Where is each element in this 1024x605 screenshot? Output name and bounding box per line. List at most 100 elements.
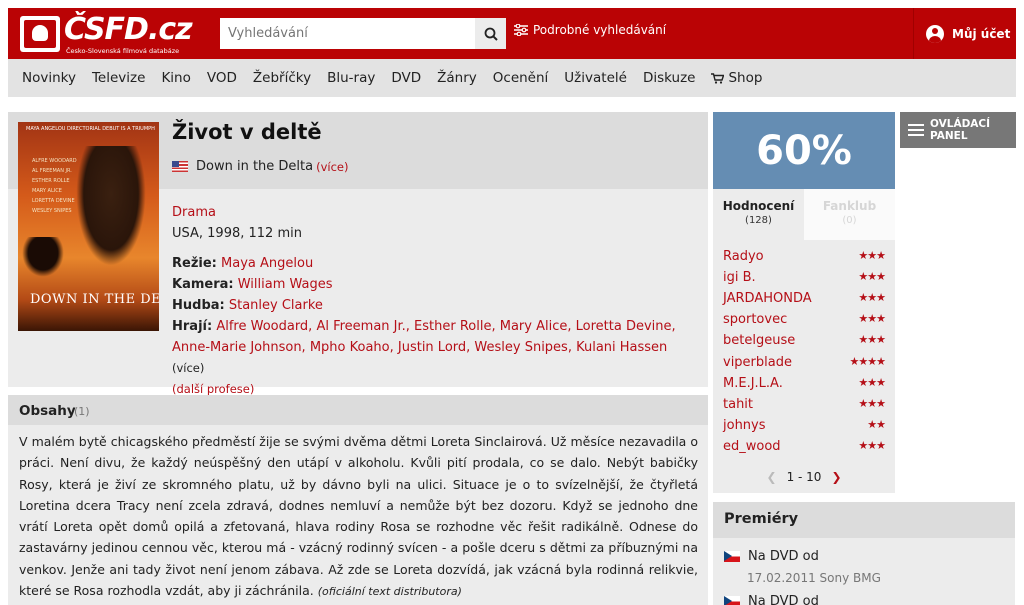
star-rating: ★★★ [858, 270, 886, 283]
user-link[interactable]: sportovec [723, 312, 787, 327]
user-link[interactable]: tahit [723, 397, 753, 412]
summary-text: V malém bytě chicagského předměstí žije … [19, 431, 698, 602]
main-nav: Novinky Televize Kino VOD Žebříčky Blu-r… [8, 59, 1016, 97]
nav-item-shop-label: Shop [728, 70, 763, 86]
nav-item-bluray[interactable]: Blu-ray [327, 70, 375, 86]
poster-cast-name: WESLEY SNIPES [32, 208, 72, 214]
original-title-more-link[interactable]: (více) [316, 160, 348, 174]
prev-page-chevron-icon[interactable]: ❮ [767, 470, 777, 484]
poster-cast: ALFRE WOODARD AL FREEMAN JR. ESTHER ROLL… [32, 156, 77, 216]
user-link[interactable]: Radyo [723, 249, 764, 264]
nav-item-dvd[interactable]: DVD [391, 70, 421, 86]
list-item: betelgeuse ★★★ [723, 333, 886, 354]
tab-ratings-label: Hodnocení [722, 199, 795, 213]
premieres-header: Premiéry [713, 502, 1015, 538]
list-item: johnys ★★ [723, 418, 886, 439]
poster-cast-name: ESTHER ROLLE [32, 178, 70, 184]
logo-subtitle: Česko-Slovenská filmová databáze [66, 47, 180, 55]
nav-item-uzivatele[interactable]: Uživatelé [564, 70, 627, 86]
premiere-row: Na DVD od [724, 549, 819, 564]
user-ratings-list: Radyo ★★★ igi B. ★★★ JARDAHONDA ★★★ sportov… [713, 240, 895, 493]
control-panel-line1: OVLÁDACÍ [930, 118, 991, 130]
rating-percent: 60% [713, 112, 895, 189]
summary-body: V malém bytě chicagského předměstí žije … [19, 434, 698, 599]
user-link[interactable]: ed_wood [723, 439, 781, 454]
film-poster[interactable]: MAYA ANGELOU DIRECTORIAL DEBUT IS A TRIU… [18, 122, 159, 331]
user-link[interactable]: johnys [723, 418, 766, 433]
poster-cast-name: LORETTA DEVINE [32, 198, 75, 204]
pager-range: 1 - 10 [786, 470, 822, 484]
search-input[interactable] [220, 18, 468, 49]
film-genre[interactable]: Drama [172, 202, 702, 223]
film-origin: USA, 1998, 112 min [172, 226, 302, 241]
advanced-search-link[interactable]: Podrobné vyhledávání [514, 23, 666, 37]
nav-item-televize[interactable]: Televize [92, 70, 145, 86]
music-link[interactable]: Stanley Clarke [229, 298, 323, 313]
director-label: Režie: [172, 256, 217, 271]
account-divider [913, 8, 914, 59]
rating-tabs: Hodnocení (128) Fanklub (0) [713, 189, 895, 240]
star-rating: ★★★ [858, 333, 886, 346]
sliders-icon [514, 24, 528, 36]
nav-item-novinky[interactable]: Novinky [22, 70, 76, 86]
summary-source: (oficiální text distributora) [317, 585, 462, 599]
czech-flag-icon [724, 551, 740, 562]
logo[interactable]: ČSFD.cz Česko-Slovenská filmová databáze [20, 12, 193, 55]
list-item: Radyo ★★★ [723, 249, 886, 270]
usa-flag-icon [172, 161, 188, 172]
nav-item-vod[interactable]: VOD [207, 70, 237, 86]
control-panel-button[interactable]: OVLÁDACÍ PANEL [900, 112, 1016, 148]
account-link[interactable]: Můj účet [926, 25, 1010, 43]
original-title: Down in the Delta (více) [172, 159, 348, 174]
tab-fanclub[interactable]: Fanklub (0) [804, 189, 895, 240]
original-title-text: Down in the Delta [196, 159, 314, 174]
search-box [220, 18, 506, 49]
list-item: M.E.J.L.A. ★★★ [723, 376, 886, 397]
search-button[interactable] [475, 18, 506, 49]
summary-count: (1) [74, 405, 90, 418]
poster-cast-name: ALFRE WOODARD [32, 158, 77, 164]
camera-link[interactable]: William Wages [238, 277, 333, 292]
tab-fanclub-label: Fanklub [822, 199, 877, 213]
user-link[interactable]: igi B. [723, 270, 756, 285]
star-rating: ★★★ [858, 376, 886, 389]
star-rating: ★★ [867, 418, 886, 431]
logo-mark-icon [20, 16, 60, 52]
music-label: Hudba: [172, 298, 225, 313]
cart-icon [711, 72, 725, 84]
premieres-title: Premiéry [724, 511, 799, 527]
user-link[interactable]: betelgeuse [723, 333, 795, 348]
next-page-chevron-icon[interactable]: ❯ [831, 470, 841, 484]
user-link[interactable]: M.E.J.L.A. [723, 376, 783, 391]
poster-title: DOWN IN THE DELTA [30, 292, 159, 307]
film-title: Život v deltě [172, 120, 322, 144]
star-rating: ★★★ [858, 249, 886, 262]
tab-ratings[interactable]: Hodnocení (128) [713, 189, 804, 240]
director-link[interactable]: Maya Angelou [221, 256, 313, 271]
summary-header: Obsahy (1) [8, 395, 708, 425]
nav-item-shop[interactable]: Shop [711, 70, 762, 86]
cast-label: Hrají: [172, 319, 213, 334]
nav-item-zebricky[interactable]: Žebříčky [253, 70, 311, 86]
nav-item-diskuze[interactable]: Diskuze [643, 70, 696, 86]
star-rating: ★★★ [858, 397, 886, 410]
nav-item-oceneni[interactable]: Ocenění [493, 70, 549, 86]
list-item: tahit ★★★ [723, 397, 886, 418]
list-item: ed_wood ★★★ [723, 439, 886, 460]
camera-row: Kamera: William Wages [172, 274, 702, 295]
nav-item-kino[interactable]: Kino [161, 70, 190, 86]
user-link[interactable]: JARDAHONDA [723, 291, 812, 306]
cast-links[interactable]: Alfre Woodard, Al Freeman Jr., Esther Ro… [172, 319, 676, 355]
poster-tree [22, 237, 64, 277]
poster-tagline: MAYA ANGELOU DIRECTORIAL DEBUT IS A TRIU… [26, 126, 155, 132]
menu-icon [908, 124, 924, 136]
cast-more-link[interactable]: (více) [172, 361, 204, 375]
poster-cast-name: MARY ALICE [32, 188, 62, 194]
nav-item-zanry[interactable]: Žánry [437, 70, 477, 86]
control-panel-label: OVLÁDACÍ PANEL [930, 118, 990, 142]
poster-face [76, 146, 146, 266]
control-panel-line2: PANEL [930, 130, 968, 142]
list-item: viperblade ★★★★ [723, 355, 886, 376]
director-row: Režie: Maya Angelou [172, 253, 702, 274]
user-link[interactable]: viperblade [723, 355, 792, 370]
